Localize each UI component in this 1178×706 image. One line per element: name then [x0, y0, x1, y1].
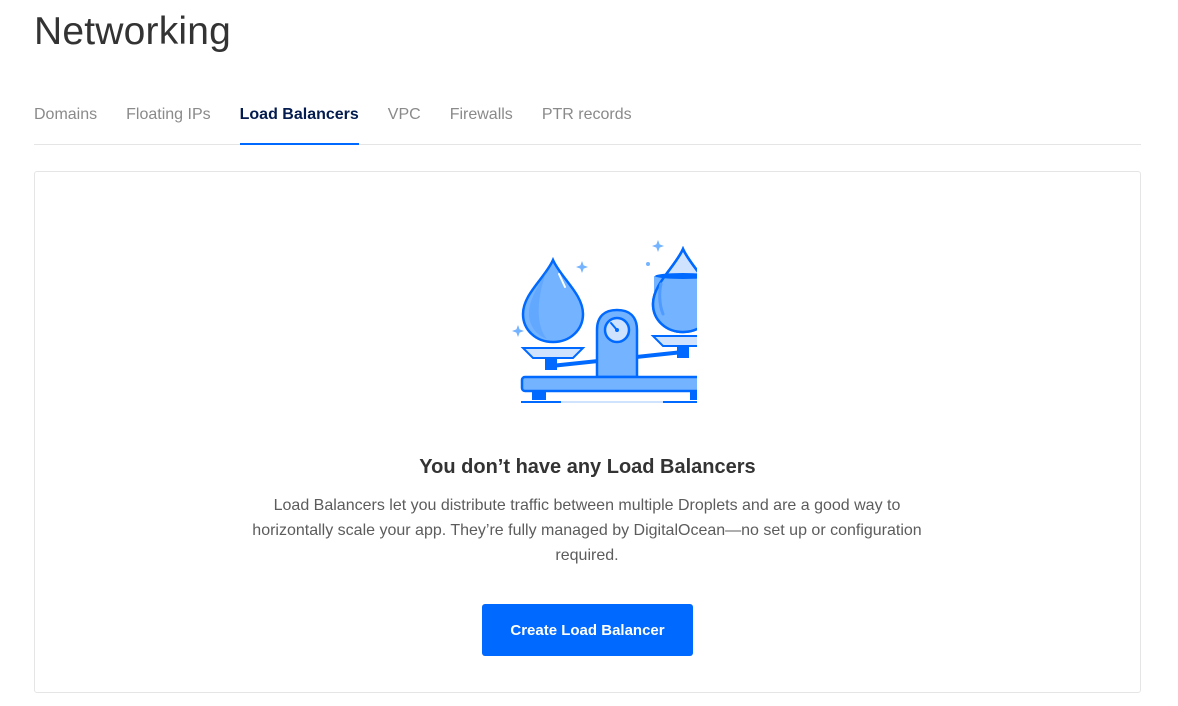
tab-load-balancers[interactable]: Load Balancers	[239, 96, 359, 145]
empty-state-card: You don’t have any Load Balancers Load B…	[34, 171, 1141, 693]
tab-firewalls[interactable]: Firewalls	[450, 96, 513, 142]
page-title: Networking	[34, 10, 232, 53]
create-load-balancer-button[interactable]: Create Load Balancer	[482, 604, 693, 656]
empty-state-description: Load Balancers let you distribute traffi…	[252, 497, 922, 564]
networking-tabs: Domains Floating IPs Load Balancers VPC …	[34, 96, 1141, 145]
empty-state-title: You don’t have any Load Balancers	[419, 456, 756, 478]
tab-floating-ips[interactable]: Floating IPs	[126, 96, 210, 142]
tab-ptr-records[interactable]: PTR records	[542, 96, 632, 142]
scale-with-droplets-icon	[477, 232, 719, 412]
tab-vpc[interactable]: VPC	[388, 96, 421, 142]
tab-domains[interactable]: Domains	[34, 96, 97, 142]
